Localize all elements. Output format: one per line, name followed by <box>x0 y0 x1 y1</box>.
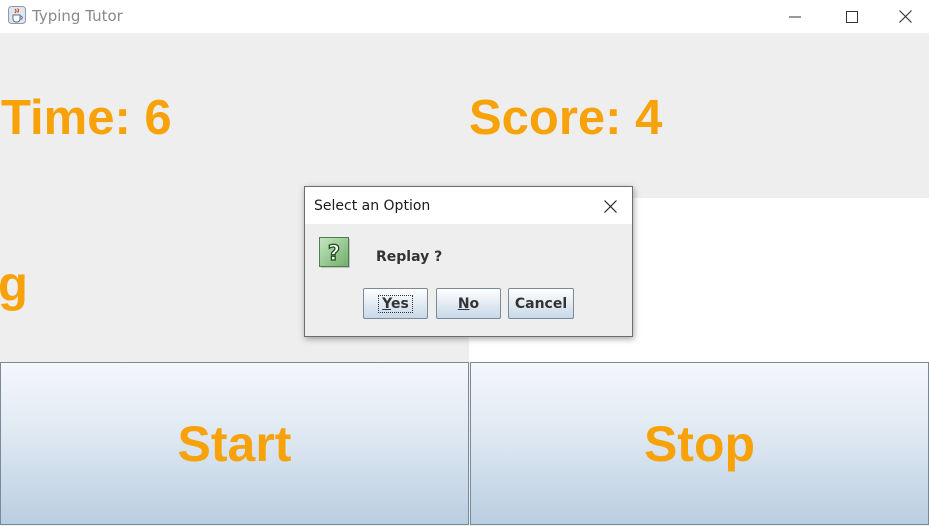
close-icon <box>898 10 912 23</box>
current-word-label: g <box>0 258 28 312</box>
minimize-icon <box>789 16 801 17</box>
time-label: Time: 6 <box>1 91 172 145</box>
window-title: Typing Tutor <box>32 7 123 25</box>
yes-button-label: Yes <box>378 294 413 313</box>
dialog-title: Select an Option <box>314 198 431 214</box>
minimize-button[interactable] <box>766 0 824 33</box>
start-button-label: Start <box>177 415 292 472</box>
dialog-message: Replay ? <box>376 249 443 265</box>
no-button[interactable]: No <box>436 288 501 319</box>
dialog-close-button[interactable] <box>598 195 622 217</box>
maximize-icon <box>846 10 858 23</box>
start-button[interactable]: Start <box>0 362 469 525</box>
no-button-label: No <box>457 295 480 312</box>
window-title-bar: Typing Tutor <box>0 0 929 33</box>
close-icon <box>603 199 617 213</box>
close-button[interactable] <box>881 0 929 33</box>
maximize-button[interactable] <box>823 0 881 33</box>
stop-button-label: Stop <box>643 415 756 472</box>
yes-button[interactable]: Yes <box>363 288 428 319</box>
replay-dialog: Select an Option ? Replay ? Yes No Cance… <box>304 186 633 337</box>
stop-button[interactable]: Stop <box>470 362 929 525</box>
score-label: Score: 4 <box>469 91 663 145</box>
question-icon: ? <box>319 237 351 269</box>
svg-text:?: ? <box>328 241 340 265</box>
java-cup-icon[interactable] <box>8 6 26 24</box>
dialog-title-bar: Select an Option <box>305 187 632 224</box>
cancel-button-label: Cancel <box>514 295 568 312</box>
cancel-button[interactable]: Cancel <box>508 288 574 319</box>
